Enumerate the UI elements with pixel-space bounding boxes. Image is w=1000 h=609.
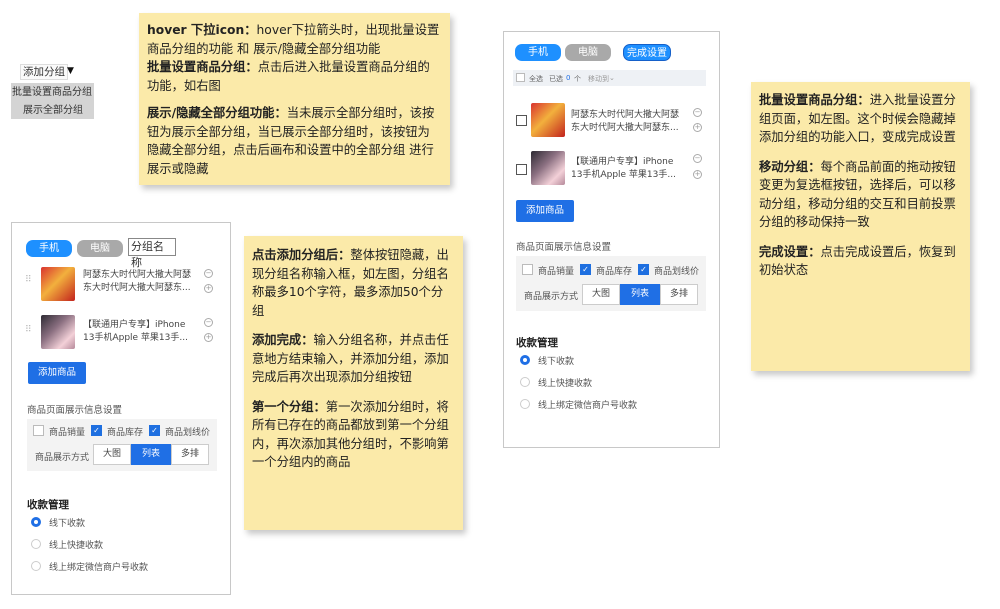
tab-pc[interactable]: 电脑 <box>565 44 611 61</box>
product-title: 阿瑟东大时代阿大撒大阿瑟东大时代阿大撒大阿瑟东... <box>83 270 192 293</box>
display-mode-label: 商品展示方式 <box>35 453 90 463</box>
plus-circle-icon[interactable]: + <box>204 333 213 342</box>
mode-multi-button[interactable]: 多排 <box>171 444 209 465</box>
product-thumbnail <box>531 151 565 185</box>
group-name-input[interactable]: 分组名称 <box>128 238 176 269</box>
display-settings-label: 商品页面展示信息设置 <box>27 405 123 416</box>
note-hover: hover 下拉icon：hover下拉箭头时，出现批量设置商品分组的功能 和 … <box>139 13 450 185</box>
product-thumbnail <box>41 315 75 349</box>
add-group-label[interactable]: 添加分组 <box>20 64 68 80</box>
note-add-title-3: 第一个分组： <box>252 399 326 414</box>
option-stock-label: 商品库存 <box>107 428 144 438</box>
option-price-label: 商品划线价 <box>654 267 700 277</box>
editor-panel-batch: 手机 电脑 完成设置 全选 已选 0 个 移动到 ⌄ 阿瑟东大时代阿大撒大阿瑟东… <box>503 31 720 448</box>
display-settings-box: 商品销量 ✓ 商品库存 ✓ 商品划线价 商品展示方式 大图 列表 多排 <box>516 256 706 311</box>
select-all-label[interactable]: 全选 <box>529 74 543 84</box>
dropdown-menu: 批量设置商品分组 展示全部分组 <box>11 83 94 119</box>
checkbox-stock[interactable]: ✓ <box>580 264 591 275</box>
product-checkbox[interactable] <box>516 115 527 126</box>
radio-offline[interactable] <box>31 517 41 527</box>
pay-offline-label: 线下收款 <box>538 357 575 367</box>
radio-wechat[interactable] <box>520 399 530 409</box>
chevron-down-icon[interactable]: ⌄ <box>609 74 615 82</box>
radio-offline[interactable] <box>520 355 530 365</box>
product-thumbnail <box>41 267 75 301</box>
radio-quick[interactable] <box>520 377 530 387</box>
chevron-down-icon[interactable]: ▼ <box>67 64 74 78</box>
selected-count: 0 <box>566 74 571 82</box>
checkbox-price[interactable]: ✓ <box>638 264 649 275</box>
pay-quick-label: 线上快捷收款 <box>49 541 104 551</box>
checkbox-sales[interactable] <box>33 425 44 436</box>
move-to-dropdown[interactable]: 移动到 <box>588 74 609 84</box>
tab-phone[interactable]: 手机 <box>26 240 72 257</box>
add-product-button[interactable]: 添加商品 <box>516 200 574 222</box>
product-title: 阿瑟东大时代阿大撒大阿瑟东大时代阿大撒大阿瑟东... <box>571 110 680 133</box>
checkbox-stock[interactable]: ✓ <box>91 425 102 436</box>
drag-handle-icon[interactable]: ⠿ <box>25 325 32 335</box>
editor-panel-add-group: 手机 电脑 分组名称 ⠿ 阿瑟东大时代阿大撒大阿瑟东大时代阿大撒大阿瑟东... … <box>11 222 231 595</box>
plus-circle-icon[interactable]: + <box>693 170 702 179</box>
mode-multi-button[interactable]: 多排 <box>660 284 698 305</box>
minus-circle-icon[interactable]: − <box>693 108 702 117</box>
payment-title: 收款管理 <box>27 499 69 511</box>
note-hover-title-3: 展示/隐藏全部分组功能： <box>147 106 287 120</box>
minus-circle-icon[interactable]: − <box>204 318 213 327</box>
product-title: 【联通用户专享】iPhone 13手机Apple 苹果13手... <box>83 320 188 343</box>
minus-circle-icon[interactable]: − <box>204 269 213 278</box>
mode-large-button[interactable]: 大图 <box>582 284 620 305</box>
radio-quick[interactable] <box>31 539 41 549</box>
radio-wechat[interactable] <box>31 561 41 571</box>
option-stock-label: 商品库存 <box>596 267 633 277</box>
product-checkbox[interactable] <box>516 164 527 175</box>
mode-list-button[interactable]: 列表 <box>620 284 660 305</box>
product-thumbnail <box>531 103 565 137</box>
display-settings-box: 商品销量 ✓ 商品库存 ✓ 商品划线价 商品展示方式 大图 列表 多排 <box>27 419 217 471</box>
checkbox-sales[interactable] <box>522 264 533 275</box>
note-batch-title-1: 批量设置商品分组： <box>759 93 870 107</box>
note-add-group: 点击添加分组后：整体按钮隐藏，出现分组名称输入框，如左图，分组名称最多10个字符… <box>244 236 463 530</box>
display-settings-label: 商品页面展示信息设置 <box>516 242 612 253</box>
pay-quick-label: 线上快捷收款 <box>538 379 593 389</box>
payment-title: 收款管理 <box>516 337 558 349</box>
note-batch-title-2: 移动分组： <box>759 159 821 174</box>
note-batch-title-3: 完成设置： <box>759 244 821 259</box>
option-sales-label: 商品销量 <box>538 267 575 277</box>
tab-pc[interactable]: 电脑 <box>77 240 123 257</box>
menu-item-batch-set-group[interactable]: 批量设置商品分组 <box>12 85 92 100</box>
product-title: 【联通用户专享】iPhone 13手机Apple 苹果13手... <box>571 157 676 180</box>
finish-setting-button[interactable]: 完成设置 <box>623 44 671 61</box>
pay-wechat-label: 线上绑定微信商户号收款 <box>49 563 149 573</box>
note-hover-title-1: hover 下拉icon： <box>147 23 257 37</box>
tab-phone[interactable]: 手机 <box>515 44 561 61</box>
note-add-title-2: 添加完成： <box>252 333 314 347</box>
mode-large-button[interactable]: 大图 <box>93 444 131 465</box>
menu-item-show-all-groups[interactable]: 展示全部分组 <box>23 103 83 118</box>
add-product-button[interactable]: 添加商品 <box>28 362 86 384</box>
note-add-title-1: 点击添加分组后： <box>252 248 351 262</box>
mode-list-button[interactable]: 列表 <box>131 444 171 465</box>
pay-offline-label: 线下收款 <box>49 519 86 529</box>
selected-prefix: 已选 <box>549 75 563 83</box>
note-batch: 批量设置商品分组：进入批量设置分组页面，如左图。这个时候会隐藏掉添加分组的功能入… <box>751 82 970 371</box>
display-mode-label: 商品展示方式 <box>524 292 579 302</box>
drag-handle-icon[interactable]: ⠿ <box>25 275 32 285</box>
select-all-checkbox[interactable] <box>516 73 525 82</box>
option-sales-label: 商品销量 <box>49 428 86 438</box>
option-price-label: 商品划线价 <box>165 428 211 438</box>
selected-suffix: 个 <box>574 75 581 83</box>
pay-wechat-label: 线上绑定微信商户号收款 <box>538 401 638 411</box>
minus-circle-icon[interactable]: − <box>693 154 702 163</box>
checkbox-price[interactable]: ✓ <box>149 425 160 436</box>
plus-circle-icon[interactable]: + <box>204 284 213 293</box>
select-all-bar: 全选 已选 0 个 移动到 ⌄ <box>513 70 706 86</box>
plus-circle-icon[interactable]: + <box>693 123 702 132</box>
note-hover-title-2: 批量设置商品分组： <box>147 60 258 74</box>
